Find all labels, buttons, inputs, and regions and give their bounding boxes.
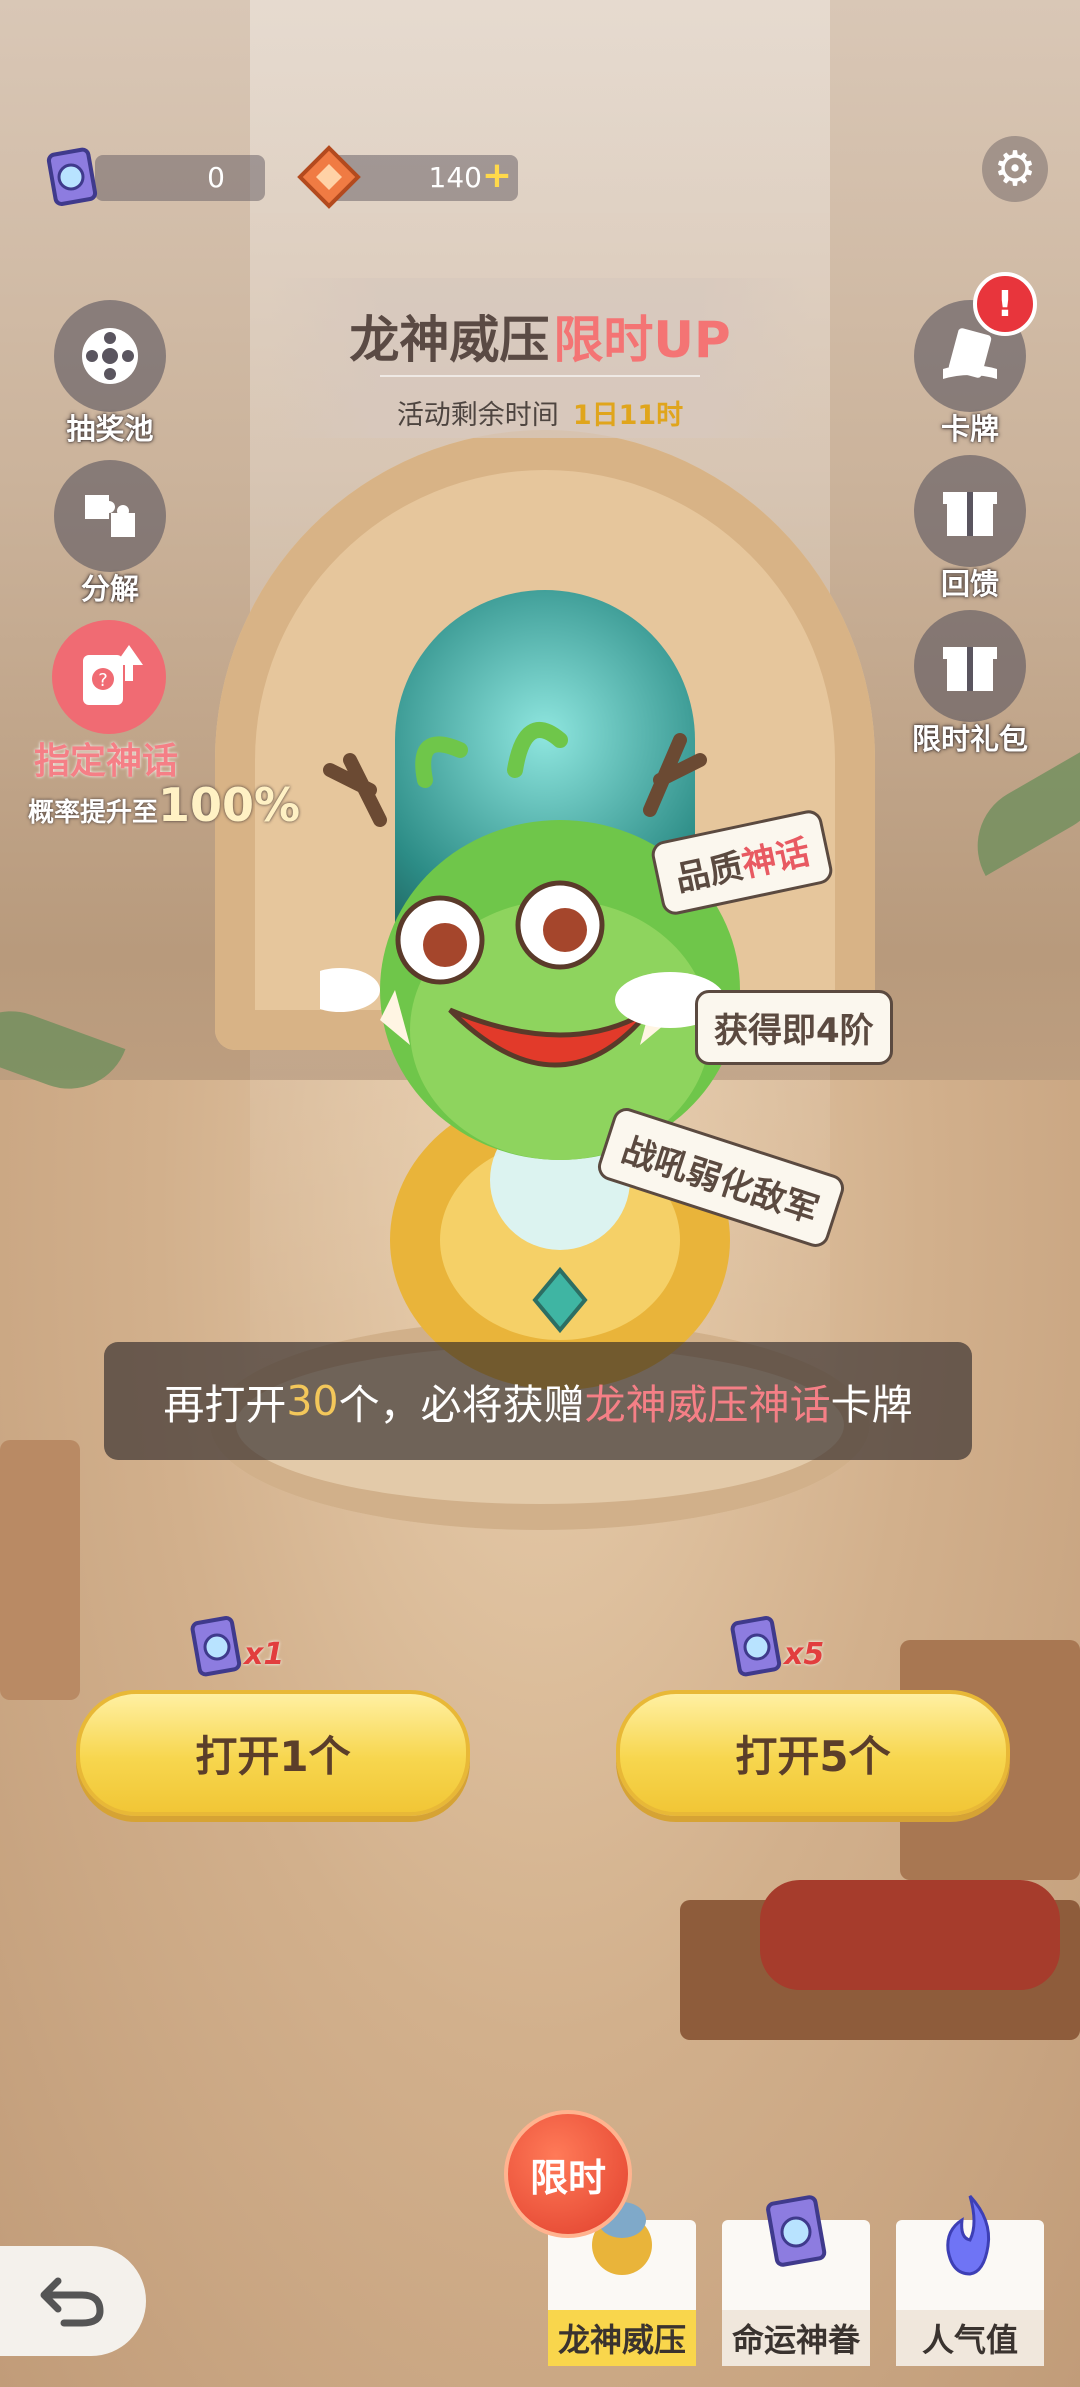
gift-pack-button[interactable]: 限时礼包 [905, 610, 1035, 758]
timer-value: 1日11时 [572, 400, 684, 431]
tier-tag: 获得即4阶 [695, 990, 893, 1065]
ticket-count: 0 [207, 161, 225, 194]
decompose-button[interactable]: 分解 [45, 460, 175, 608]
open-one-cost-value: x1 [244, 1636, 285, 1672]
open-five-cost-value: x5 [784, 1636, 825, 1672]
gift-box-icon [914, 610, 1026, 722]
tab-dragon-might[interactable]: 龙神威压 [548, 2202, 696, 2366]
rate-prefix: 概率提升至 [28, 798, 159, 828]
pool-label: 抽奖池 [66, 412, 154, 446]
card-upgrade-icon: ? [52, 620, 166, 734]
feedback-label: 回馈 [940, 567, 999, 601]
notice-reward: 龙神威压神话 [584, 1381, 831, 1429]
open-one-cost: x1 [184, 1612, 284, 1682]
back-button[interactable] [0, 2246, 146, 2356]
notice-count: 30 [286, 1377, 339, 1425]
cards-button[interactable]: ! 卡牌 [905, 272, 1037, 448]
gem-count: 140 [428, 161, 482, 194]
notice-part3: 卡牌 [830, 1381, 913, 1429]
add-gem-button[interactable]: + [482, 155, 512, 196]
notice-part1: 再打开 [163, 1381, 287, 1429]
gift-pack-label: 限时礼包 [911, 722, 1028, 756]
brick-wall [0, 1440, 80, 1700]
puzzle-icon [54, 460, 166, 572]
event-title-panel: 龙神威压限时UP 活动剩余时间 1日11时 [270, 278, 810, 438]
tab-fate-favor-label: 命运神眷 [722, 2310, 870, 2366]
designate-mythic-button[interactable]: ? 指定神话 概率提升至100% [20, 620, 310, 832]
open-one-button[interactable]: 打开1个 [76, 1690, 470, 1816]
limited-badge: 限时 [504, 2110, 632, 2238]
tab-fate-favor[interactable]: 命运神眷 [722, 2195, 870, 2366]
quality-tag-prefix: 品质 [672, 846, 747, 900]
red-cushion [760, 1880, 1060, 1990]
rate-value: 100% [158, 778, 301, 832]
tab-popularity-label: 人气值 [896, 2310, 1044, 2366]
ticket-icon [766, 2195, 827, 2267]
flame-icon [946, 2194, 991, 2276]
gem-icon [297, 145, 361, 209]
pity-notice: 再打开 30 个，必将获赠 龙神威压神话 卡牌 [104, 1342, 972, 1460]
decompose-label: 分解 [80, 572, 139, 606]
pool-button[interactable]: 抽奖池 [45, 300, 175, 448]
ticket-icon [730, 1616, 782, 1677]
title-divider [380, 375, 700, 377]
cards-label: 卡牌 [940, 412, 999, 446]
event-title-main: 龙神威压 [349, 311, 550, 369]
notice-part2: 个，必将获赠 [338, 1381, 585, 1429]
event-timer: 活动剩余时间 1日11时 [270, 393, 810, 432]
event-title: 龙神威压限时UP [270, 300, 810, 372]
notification-badge: ! [973, 272, 1037, 336]
film-reel-icon [54, 300, 166, 412]
back-arrow-icon [40, 2277, 104, 2327]
settings-gear-icon[interactable]: ⚙ [982, 136, 1048, 202]
timer-label: 活动剩余时间 [396, 400, 559, 431]
designate-label: 指定神话 [34, 741, 179, 782]
tab-dragon-might-label: 龙神威压 [548, 2310, 696, 2366]
quality-tag-value: 神话 [738, 832, 814, 886]
ticket-counter: 0 [95, 155, 265, 201]
feedback-button[interactable]: 回馈 [905, 455, 1035, 603]
svg-text:?: ? [98, 670, 108, 691]
gift-box-icon [914, 455, 1026, 567]
open-five-cost: x5 [724, 1612, 824, 1682]
ticket-icon [46, 147, 98, 206]
palm-leaf [955, 744, 1080, 876]
open-five-button[interactable]: 打开5个 [616, 1690, 1010, 1816]
ticket-icon [190, 1616, 242, 1677]
event-title-highlight: 限时UP [553, 311, 731, 369]
tab-popularity[interactable]: 人气值 [896, 2194, 1044, 2366]
designate-rate: 概率提升至100% [28, 778, 300, 832]
